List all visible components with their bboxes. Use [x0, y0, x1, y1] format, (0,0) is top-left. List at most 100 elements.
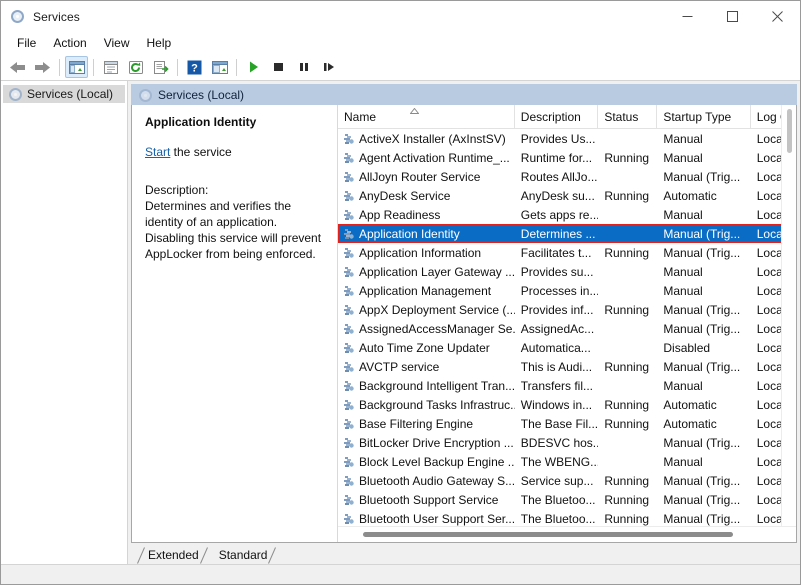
stop-service-button[interactable] — [267, 56, 290, 78]
cell-name: ActiveX Installer (AxInstSV) — [338, 132, 515, 146]
cell-name: Application Information — [338, 246, 515, 260]
cell-name: AppX Deployment Service (... — [338, 303, 515, 317]
horizontal-scrollbar[interactable] — [338, 526, 796, 542]
vertical-scrollbar[interactable] — [781, 105, 796, 542]
export-list-button[interactable] — [149, 56, 172, 78]
service-name-text: Auto Time Zone Updater — [359, 340, 490, 355]
table-row[interactable]: Bluetooth User Support Ser... The Bluetoo… — [338, 509, 796, 526]
cell-startup-type: Manual (Trig... — [663, 169, 741, 184]
start-service-link-suffix: the service — [170, 145, 232, 159]
table-row[interactable]: Auto Time Zone Updater Automatica... Disab… — [338, 338, 796, 357]
table-row[interactable]: Agent Activation Runtime_... Runtime for.… — [338, 148, 796, 167]
window-title: Services — [33, 9, 80, 24]
tree-node-services-local[interactable]: Services (Local) — [3, 85, 125, 103]
service-cog-icon — [342, 189, 356, 203]
column-header-startup-type[interactable]: Startup Type — [657, 105, 751, 128]
cell-startup-type: Automatic — [663, 416, 717, 431]
table-row[interactable]: Application Identity Determines ... Manual… — [338, 224, 796, 243]
column-header-status[interactable]: Status — [598, 105, 658, 128]
table-row[interactable]: AppX Deployment Service (... Provides inf… — [338, 300, 796, 319]
start-service-button[interactable] — [242, 56, 265, 78]
vertical-scrollbar-thumb[interactable] — [787, 109, 792, 153]
table-row[interactable]: Application Information Facilitates t... R… — [338, 243, 796, 262]
service-name-text: Application Layer Gateway ... — [359, 264, 515, 279]
cell-startup-type: Disabled — [663, 340, 711, 355]
cell-description: Provides su... — [520, 264, 594, 279]
cell-description: AnyDesk su... — [520, 188, 595, 203]
service-cog-icon — [342, 170, 356, 184]
cell-description: Processes in... — [520, 283, 599, 298]
cell-startup-type: Manual — [663, 378, 703, 393]
cell-name: Bluetooth User Support Ser... — [338, 512, 515, 526]
toolbar-separator — [93, 58, 94, 76]
cell-status: Running — [604, 397, 650, 412]
service-cog-icon — [342, 474, 356, 488]
cell-name: Auto Time Zone Updater — [338, 341, 515, 355]
table-row[interactable]: Bluetooth Audio Gateway S... Service sup.… — [338, 471, 796, 490]
cell-startup-type: Manual — [663, 131, 703, 146]
maximize-button[interactable] — [710, 1, 755, 32]
start-service-link[interactable]: Start — [145, 145, 170, 159]
table-row[interactable]: BitLocker Drive Encryption ... BDESVC hos… — [338, 433, 796, 452]
table-row[interactable]: App Readiness Gets apps re... Manual Local — [338, 205, 796, 224]
help-button[interactable]: ? — [183, 56, 206, 78]
tab-extended[interactable]: Extended — [137, 546, 208, 564]
properties-button[interactable] — [99, 56, 122, 78]
table-row[interactable]: AllJoyn Router Service Routes AllJo... Man… — [338, 167, 796, 186]
cell-description: The WBENG... — [520, 454, 599, 469]
title-bar: Services — [1, 1, 800, 32]
column-header-name[interactable]: Name — [338, 105, 515, 128]
service-name-text: Background Intelligent Tran... — [359, 378, 515, 393]
refresh-button[interactable] — [124, 56, 147, 78]
table-row[interactable]: AssignedAccessManager Se... AssignedAc...… — [338, 319, 796, 338]
table-row[interactable]: AnyDesk Service AnyDesk su... Running Autom… — [338, 186, 796, 205]
service-action-row: Start the service — [145, 145, 327, 159]
show-hide-console-tree-button[interactable] — [65, 56, 88, 78]
cell-description: The Bluetoo... — [520, 511, 596, 526]
table-row[interactable]: Base Filtering Engine The Base Fil... Runn… — [338, 414, 796, 433]
cell-name: BitLocker Drive Encryption ... — [338, 436, 515, 450]
menu-help[interactable]: Help — [139, 34, 181, 53]
minimize-button[interactable] — [665, 1, 710, 32]
service-name-text: Agent Activation Runtime_... — [359, 150, 510, 165]
cell-startup-type: Automatic — [663, 188, 717, 203]
cell-startup-type: Manual (Trig... — [663, 492, 741, 507]
show-action-pane-button[interactable] — [208, 56, 231, 78]
pause-service-button[interactable] — [292, 56, 315, 78]
service-cog-icon — [342, 455, 356, 469]
cell-description: AssignedAc... — [520, 321, 595, 336]
table-row[interactable]: ActiveX Installer (AxInstSV) Provides Us.… — [338, 129, 796, 148]
table-row[interactable]: Bluetooth Support Service The Bluetoo... R… — [338, 490, 796, 509]
cell-description: Service sup... — [520, 473, 594, 488]
table-row[interactable]: Background Tasks Infrastruc... Windows in… — [338, 395, 796, 414]
cell-name: Base Filtering Engine — [338, 417, 515, 431]
table-row[interactable]: Application Management Processes in... Man… — [338, 281, 796, 300]
restart-service-button[interactable] — [317, 56, 340, 78]
cell-status: Running — [604, 473, 650, 488]
service-name-text: Application Management — [359, 283, 492, 298]
table-row[interactable]: Block Level Backup Engine ... The WBENG..… — [338, 452, 796, 471]
menu-view[interactable]: View — [96, 34, 139, 53]
svg-text:?: ? — [191, 62, 198, 74]
services-gear-icon — [8, 87, 23, 102]
service-cog-icon — [342, 379, 356, 393]
service-name-text: Application Identity — [359, 226, 460, 241]
close-button[interactable] — [755, 1, 800, 32]
list-rows: ActiveX Installer (AxInstSV) Provides Us.… — [338, 129, 796, 526]
horizontal-scrollbar-thumb[interactable] — [363, 532, 733, 537]
table-row[interactable]: Background Intelligent Tran... Transfers … — [338, 376, 796, 395]
toolbar-separator — [59, 58, 60, 76]
selected-service-name: Application Identity — [145, 115, 257, 129]
column-header-description[interactable]: Description — [515, 105, 599, 128]
cell-name: AVCTP service — [338, 360, 515, 374]
tab-standard[interactable]: Standard — [208, 546, 277, 564]
menu-file[interactable]: File — [9, 34, 45, 53]
service-cog-icon — [342, 493, 356, 507]
window-controls — [665, 1, 800, 32]
table-row[interactable]: Application Layer Gateway ... Provides su… — [338, 262, 796, 281]
menu-action[interactable]: Action — [45, 34, 95, 53]
forward-button[interactable] — [31, 56, 54, 78]
back-button[interactable] — [6, 56, 29, 78]
table-row[interactable]: AVCTP service This is Audi... Running Manua… — [338, 357, 796, 376]
results-pane: Services (Local) Application Identity St… — [128, 81, 800, 564]
